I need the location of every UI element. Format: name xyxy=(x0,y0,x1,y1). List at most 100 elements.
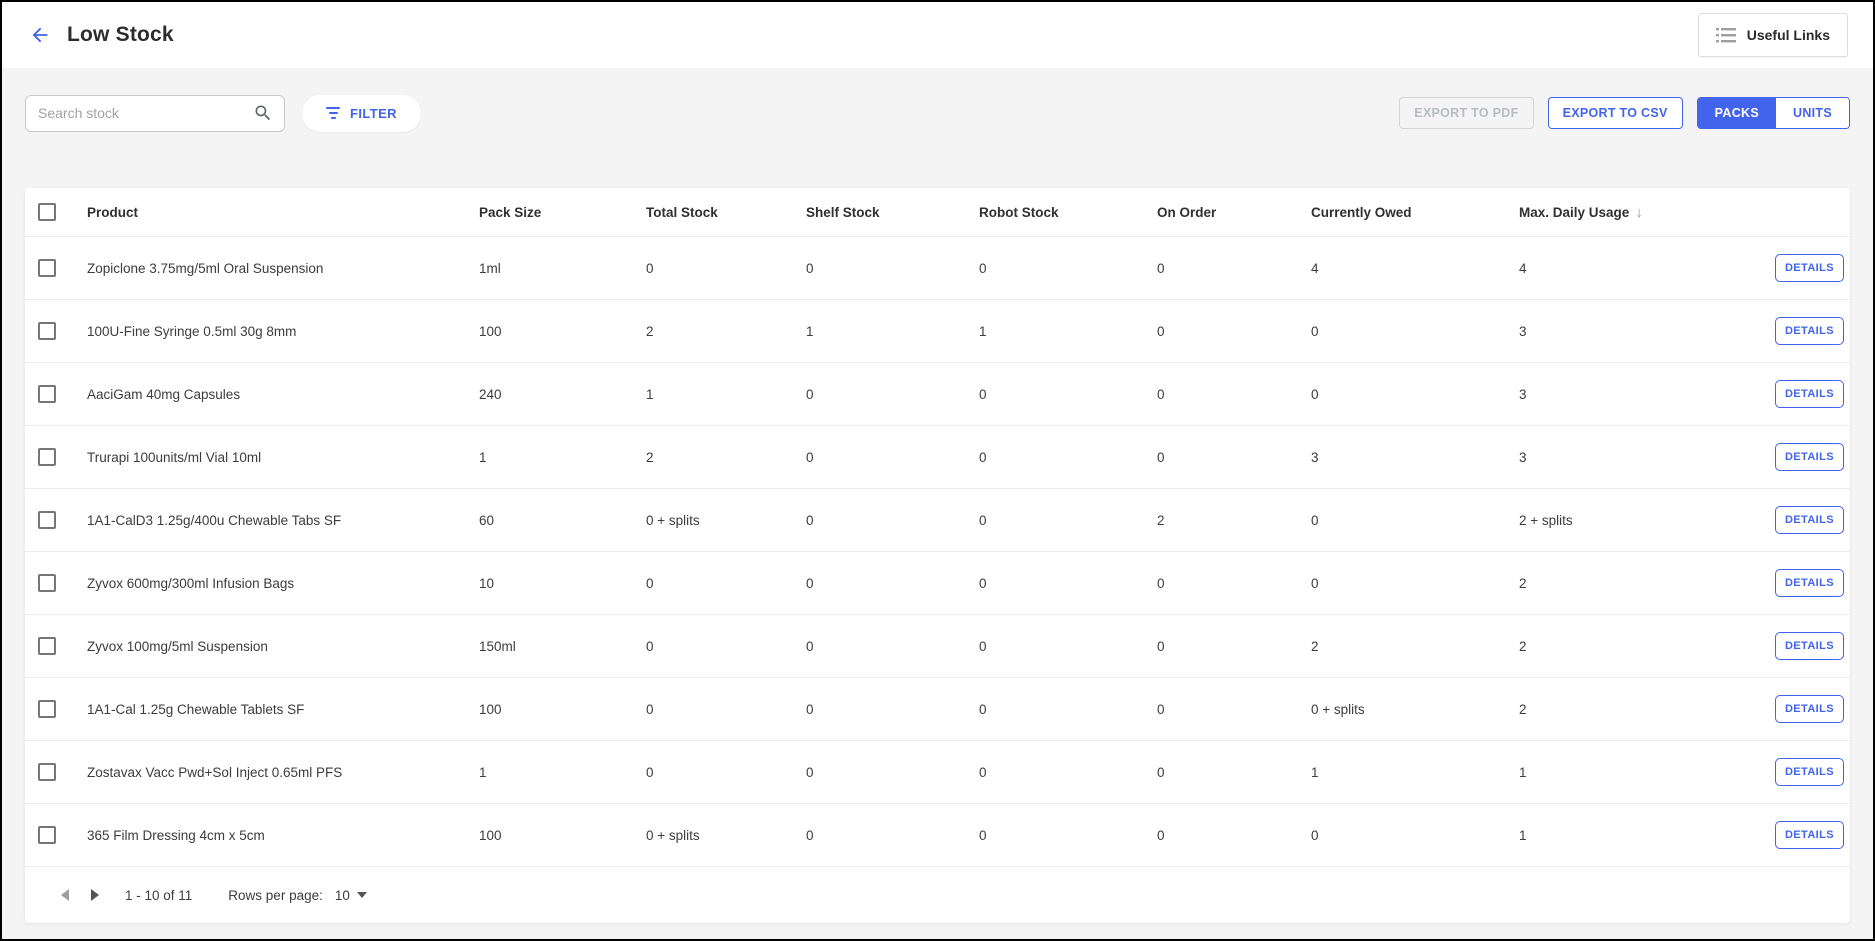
on-order-value: 0 xyxy=(1147,828,1301,843)
currently-owed-value: 0 xyxy=(1301,576,1509,591)
filter-button[interactable]: FILTER xyxy=(302,95,421,132)
caret-down-icon xyxy=(357,892,367,898)
row-checkbox[interactable] xyxy=(38,637,56,655)
units-toggle-button[interactable]: UNITS xyxy=(1776,98,1849,128)
export-csv-button[interactable]: EXPORT TO CSV xyxy=(1548,97,1683,129)
total-stock-value: 0 + splits xyxy=(636,513,796,528)
product-name: Trurapi 100units/ml Vial 10ml xyxy=(77,450,469,465)
robot-stock-value: 0 xyxy=(969,702,1147,717)
row-checkbox[interactable] xyxy=(38,259,56,277)
details-button[interactable]: DETAILS xyxy=(1775,254,1844,282)
pack-size-value: 1ml xyxy=(469,261,636,276)
pagination: 1 - 10 of 11 Rows per page: 10 xyxy=(25,866,1850,923)
row-checkbox[interactable] xyxy=(38,574,56,592)
next-page-button[interactable] xyxy=(87,885,103,905)
row-checkbox[interactable] xyxy=(38,700,56,718)
product-name: 1A1-Cal 1.25g Chewable Tablets SF xyxy=(77,702,469,717)
table-row: Zyvox 100mg/5ml Suspension 150ml 0 0 0 0… xyxy=(25,614,1850,677)
table-row: 365 Film Dressing 4cm x 5cm 100 0 + spli… xyxy=(25,803,1850,866)
details-button[interactable]: DETAILS xyxy=(1775,443,1844,471)
rows-per-page-select[interactable]: 10 xyxy=(335,888,367,903)
product-name: 365 Film Dressing 4cm x 5cm xyxy=(77,828,469,843)
page-title: Low Stock xyxy=(67,23,174,47)
max-daily-usage-value: 2 + splits xyxy=(1509,513,1754,528)
max-daily-usage-value: 3 xyxy=(1509,450,1754,465)
filter-icon xyxy=(326,107,340,119)
back-button[interactable] xyxy=(27,22,53,48)
chevron-left-icon xyxy=(61,889,69,901)
robot-stock-value: 0 xyxy=(969,576,1147,591)
pack-size-value: 1 xyxy=(469,450,636,465)
product-name: Zopiclone 3.75mg/5ml Oral Suspension xyxy=(77,261,469,276)
column-header-pack-size[interactable]: Pack Size xyxy=(469,205,636,220)
shelf-stock-value: 0 xyxy=(796,765,969,780)
details-button[interactable]: DETAILS xyxy=(1775,317,1844,345)
robot-stock-value: 0 xyxy=(969,513,1147,528)
search-input[interactable] xyxy=(25,95,285,132)
details-button[interactable]: DETAILS xyxy=(1775,569,1844,597)
row-checkbox[interactable] xyxy=(38,385,56,403)
max-daily-usage-value: 2 xyxy=(1509,639,1754,654)
shelf-stock-value: 0 xyxy=(796,639,969,654)
app-window: Low Stock Useful Links xyxy=(0,0,1875,941)
rows-per-page-label: Rows per page: xyxy=(228,888,323,903)
useful-links-label: Useful Links xyxy=(1747,27,1830,43)
total-stock-value: 2 xyxy=(636,324,796,339)
export-pdf-button[interactable]: EXPORT TO PDF xyxy=(1399,97,1533,129)
previous-page-button[interactable] xyxy=(57,885,73,905)
details-button[interactable]: DETAILS xyxy=(1775,632,1844,660)
row-checkbox[interactable] xyxy=(38,448,56,466)
details-button[interactable]: DETAILS xyxy=(1775,695,1844,723)
page-content: FILTER EXPORT TO PDF EXPORT TO CSV PACKS… xyxy=(2,68,1873,939)
row-checkbox[interactable] xyxy=(38,826,56,844)
useful-links-button[interactable]: Useful Links xyxy=(1698,13,1848,57)
total-stock-value: 2 xyxy=(636,450,796,465)
max-daily-usage-value: 4 xyxy=(1509,261,1754,276)
total-stock-value: 0 xyxy=(636,765,796,780)
robot-stock-value: 0 xyxy=(969,765,1147,780)
column-header-max-daily-usage[interactable]: Max. Daily Usage ↓ xyxy=(1509,204,1754,221)
shelf-stock-value: 1 xyxy=(796,324,969,339)
currently-owed-value: 0 + splits xyxy=(1301,702,1509,717)
max-daily-usage-value: 3 xyxy=(1509,324,1754,339)
arrow-left-icon xyxy=(29,24,51,46)
details-button[interactable]: DETAILS xyxy=(1775,506,1844,534)
total-stock-value: 1 xyxy=(636,387,796,402)
product-name: 1A1-CalD3 1.25g/400u Chewable Tabs SF xyxy=(77,513,469,528)
on-order-value: 2 xyxy=(1147,513,1301,528)
table-row: 1A1-Cal 1.25g Chewable Tablets SF 100 0 … xyxy=(25,677,1850,740)
column-header-product[interactable]: Product xyxy=(77,205,469,220)
currently-owed-value: 0 xyxy=(1301,828,1509,843)
currently-owed-value: 0 xyxy=(1301,513,1509,528)
shelf-stock-value: 0 xyxy=(796,450,969,465)
pack-size-value: 1 xyxy=(469,765,636,780)
column-header-total-stock[interactable]: Total Stock xyxy=(636,205,796,220)
search-box xyxy=(25,95,285,132)
row-checkbox[interactable] xyxy=(38,763,56,781)
select-all-checkbox[interactable] xyxy=(38,203,56,221)
table-body: Zopiclone 3.75mg/5ml Oral Suspension 1ml… xyxy=(25,236,1850,866)
column-header-on-order[interactable]: On Order xyxy=(1147,205,1301,220)
filter-label: FILTER xyxy=(350,106,397,121)
row-checkbox[interactable] xyxy=(38,511,56,529)
table-row: 1A1-CalD3 1.25g/400u Chewable Tabs SF 60… xyxy=(25,488,1850,551)
max-daily-usage-value: 1 xyxy=(1509,828,1754,843)
details-button[interactable]: DETAILS xyxy=(1775,821,1844,849)
column-header-robot-stock[interactable]: Robot Stock xyxy=(969,205,1147,220)
total-stock-value: 0 xyxy=(636,576,796,591)
max-daily-usage-value: 3 xyxy=(1509,387,1754,402)
on-order-value: 0 xyxy=(1147,765,1301,780)
product-name: 100U-Fine Syringe 0.5ml 30g 8mm xyxy=(77,324,469,339)
column-header-currently-owed[interactable]: Currently Owed xyxy=(1301,205,1509,220)
max-daily-usage-value: 2 xyxy=(1509,702,1754,717)
max-daily-usage-value: 1 xyxy=(1509,765,1754,780)
sort-descending-icon: ↓ xyxy=(1635,204,1643,221)
shelf-stock-value: 0 xyxy=(796,702,969,717)
packs-toggle-button[interactable]: PACKS xyxy=(1698,98,1776,128)
details-button[interactable]: DETAILS xyxy=(1775,380,1844,408)
on-order-value: 0 xyxy=(1147,639,1301,654)
column-header-shelf-stock[interactable]: Shelf Stock xyxy=(796,205,969,220)
details-button[interactable]: DETAILS xyxy=(1775,758,1844,786)
row-checkbox[interactable] xyxy=(38,322,56,340)
pack-size-value: 150ml xyxy=(469,639,636,654)
